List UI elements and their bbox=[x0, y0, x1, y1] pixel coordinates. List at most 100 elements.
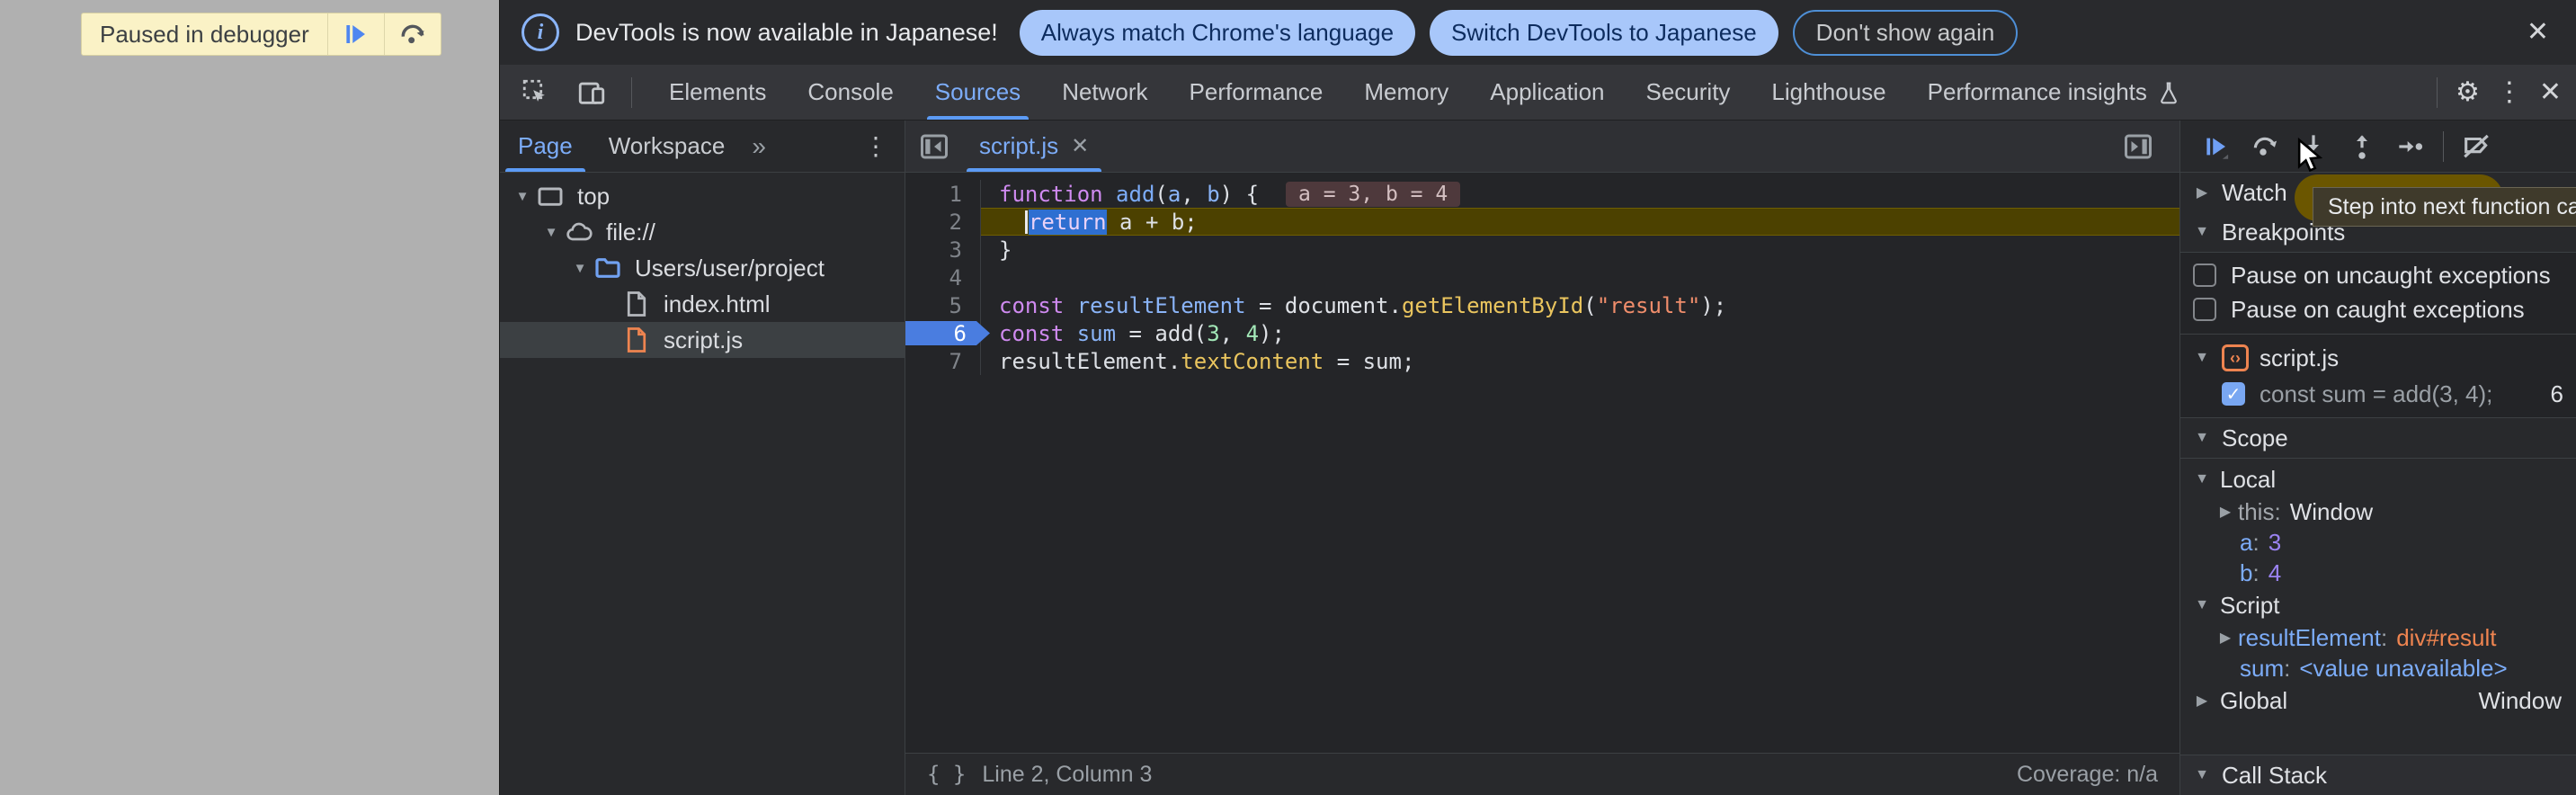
tab-label: Console bbox=[807, 78, 893, 106]
line-number-5[interactable]: 5 bbox=[905, 291, 981, 319]
chevron-right-icon: ▶ bbox=[2216, 503, 2234, 521]
breakpoint-marker[interactable]: 6 bbox=[905, 321, 990, 345]
scope-variable-a[interactable]: a:3 bbox=[2180, 527, 2576, 558]
line-number-7[interactable]: 7 bbox=[905, 347, 981, 375]
line-number-3[interactable]: 3 bbox=[905, 236, 981, 264]
checkbox-row-pause-on-caught-exceptions[interactable]: Pause on caught exceptions bbox=[2180, 292, 2576, 326]
tree-item-label: Users/user/project bbox=[635, 255, 824, 282]
scope-variable-b[interactable]: b:4 bbox=[2180, 558, 2576, 588]
infobar-close-button[interactable]: ✕ bbox=[2521, 13, 2554, 51]
code-line-4[interactable]: 4 bbox=[905, 264, 2179, 291]
scope-section-script[interactable]: ▼Script bbox=[2180, 588, 2576, 622]
tab-application[interactable]: Application bbox=[1469, 65, 1625, 120]
hide-navigator-button[interactable] bbox=[905, 130, 963, 163]
settings-gear-button[interactable]: ⚙ bbox=[2450, 74, 2485, 112]
code-line-text: const sum = add(3, 4); bbox=[981, 319, 2179, 347]
token: = document. bbox=[1246, 293, 1402, 318]
step-out-button[interactable] bbox=[2339, 127, 2385, 166]
tree-item-index-html[interactable]: index.html bbox=[500, 286, 905, 322]
navigator-tab-workspace[interactable]: Workspace bbox=[591, 121, 744, 172]
breakpoint-file-group[interactable]: ▼ ‹› script.js bbox=[2180, 334, 2576, 376]
tree-item-file-[interactable]: ▼file:// bbox=[500, 214, 905, 250]
tab-security[interactable]: Security bbox=[1626, 65, 1752, 120]
line-number-1[interactable]: 1 bbox=[905, 180, 981, 208]
tree-item-script-js[interactable]: script.js bbox=[500, 322, 905, 358]
tab-performance-insights[interactable]: Performance insights bbox=[1907, 65, 2202, 120]
checkbox-checked[interactable]: ✓ bbox=[2222, 382, 2245, 406]
infobar-action-button[interactable]: Switch DevTools to Japanese bbox=[1430, 10, 1778, 56]
line-number-4[interactable]: 4 bbox=[905, 264, 981, 291]
infobar-action-button[interactable]: Don't show again bbox=[1793, 10, 2019, 56]
inspect-element-button[interactable] bbox=[513, 73, 559, 112]
step-over-button[interactable] bbox=[2242, 127, 2288, 166]
tree-item-top[interactable]: ▼top bbox=[500, 178, 905, 214]
step-icon bbox=[2396, 132, 2425, 161]
scope-variable-sum[interactable]: sum:<value unavailable> bbox=[2180, 653, 2576, 683]
token: resultElement bbox=[1077, 293, 1246, 318]
step-button[interactable] bbox=[2387, 127, 2434, 166]
variable-value: 4 bbox=[2268, 559, 2281, 587]
token: 4 bbox=[1246, 321, 1259, 346]
step-over-button-overlay[interactable] bbox=[384, 13, 441, 55]
line-number-2[interactable]: 2 bbox=[905, 208, 981, 236]
token bbox=[999, 210, 1025, 235]
code-line-2[interactable]: 2 return a + b; bbox=[905, 208, 2179, 236]
step-into-tooltip: Step into next function call - F11 - ⌘ ; bbox=[2313, 187, 2576, 227]
hide-debugger-sidebar-button[interactable] bbox=[2109, 130, 2167, 163]
code-line-7[interactable]: 7resultElement.textContent = sum; bbox=[905, 347, 2179, 375]
tab-sources[interactable]: Sources bbox=[914, 65, 1041, 120]
tab-label: Security bbox=[1646, 78, 1731, 106]
tab-performance[interactable]: Performance bbox=[1169, 65, 1344, 120]
code-line-6[interactable]: 6const sum = add(3, 4); bbox=[905, 319, 2179, 347]
tab-console[interactable]: Console bbox=[787, 65, 914, 120]
code-line-5[interactable]: 5const resultElement = document.getEleme… bbox=[905, 291, 2179, 319]
scope-section-label: Global bbox=[2220, 687, 2287, 715]
deactivate-breakpoints-button[interactable] bbox=[2453, 127, 2500, 166]
editor-tab-scriptjs[interactable]: script.js ✕ bbox=[963, 121, 1105, 172]
chevron-right-icon: ▶ bbox=[2193, 183, 2211, 201]
editor-tab-close-icon[interactable]: ✕ bbox=[1071, 133, 1089, 159]
tree-item-users-user-project[interactable]: ▼ Users/user/project bbox=[500, 250, 905, 286]
resume-button[interactable] bbox=[2193, 127, 2240, 166]
token: b bbox=[1207, 182, 1219, 207]
kebab-menu-button[interactable]: ⋮ bbox=[2491, 74, 2528, 112]
infobar-action-button[interactable]: Always match Chrome's language bbox=[1020, 10, 1415, 56]
navigator-tab-page[interactable]: Page bbox=[500, 121, 591, 172]
scope-section-local[interactable]: ▼Local bbox=[2180, 462, 2576, 496]
call-stack-section-header[interactable]: ▼ Call Stack bbox=[2180, 755, 2576, 795]
toolbar-separator bbox=[631, 77, 632, 108]
pretty-print-button[interactable]: { } bbox=[927, 762, 966, 787]
checkbox-unchecked[interactable] bbox=[2193, 298, 2216, 321]
scope-section-header[interactable]: ▼ Scope bbox=[2180, 418, 2576, 458]
code-line-3[interactable]: 3} bbox=[905, 236, 2179, 264]
resume-icon bbox=[2203, 133, 2230, 160]
checkbox-unchecked[interactable] bbox=[2193, 264, 2216, 287]
line-number-6[interactable]: 6 bbox=[905, 319, 981, 347]
scope-variable-resultElement[interactable]: ▶resultElement:div#result bbox=[2180, 622, 2576, 653]
devtools-close-button[interactable]: ✕ bbox=[2534, 74, 2567, 112]
step-into-button[interactable] bbox=[2290, 127, 2337, 166]
device-toolbar-button[interactable] bbox=[568, 73, 615, 112]
chevron-down-icon[interactable]: ▼ bbox=[568, 261, 592, 276]
scope-variable-this[interactable]: ▶this:Window bbox=[2180, 496, 2576, 527]
scope-section-global[interactable]: ▶GlobalWindow bbox=[2180, 683, 2576, 718]
tab-lighthouse[interactable]: Lighthouse bbox=[1751, 65, 1906, 120]
breakpoint-entry[interactable]: ✓const sum = add(3, 4);6 bbox=[2180, 376, 2576, 412]
tab-network[interactable]: Network bbox=[1041, 65, 1168, 120]
code-line-1[interactable]: 1function add(a, b) {a = 3, b = 4 bbox=[905, 180, 2179, 208]
tab-label: Lighthouse bbox=[1771, 78, 1885, 106]
navigator-kebab-button[interactable]: ⋮ bbox=[847, 131, 905, 161]
chevron-down-icon[interactable]: ▼ bbox=[539, 225, 563, 240]
navigator-overflow-button[interactable]: » bbox=[743, 132, 775, 161]
code-editor[interactable]: 1function add(a, b) {a = 3, b = 42 retur… bbox=[905, 173, 2179, 753]
code-line-text: resultElement.textContent = sum; bbox=[981, 347, 2179, 375]
checkbox-row-pause-on-uncaught-exceptions[interactable]: Pause on uncaught exceptions bbox=[2180, 258, 2576, 292]
chevron-down-icon[interactable]: ▼ bbox=[511, 189, 534, 204]
tab-memory[interactable]: Memory bbox=[1343, 65, 1469, 120]
variable-name: a bbox=[2240, 529, 2252, 557]
resume-script-button[interactable] bbox=[327, 13, 384, 55]
variable-name: sum bbox=[2240, 655, 2284, 683]
variable-value: Window bbox=[2290, 498, 2373, 526]
tab-elements[interactable]: Elements bbox=[648, 65, 787, 120]
token: a bbox=[1168, 182, 1181, 207]
